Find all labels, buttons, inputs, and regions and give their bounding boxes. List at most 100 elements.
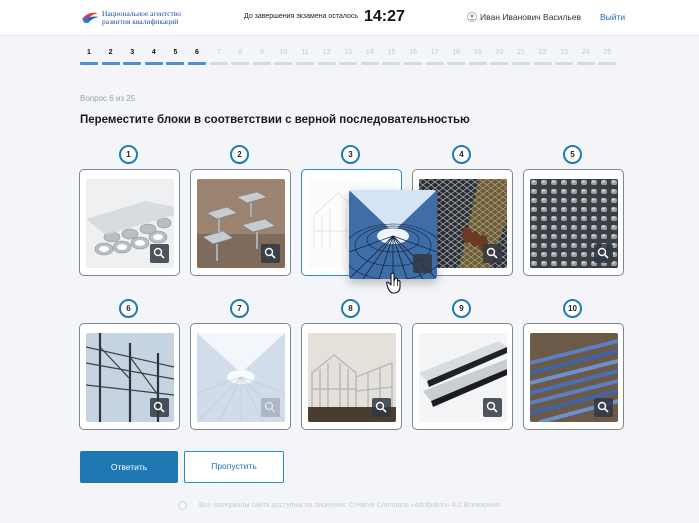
slot-number-badge: 10 — [563, 299, 582, 318]
progress-step-number: 16 — [409, 49, 417, 56]
progress-step[interactable]: 7 — [209, 48, 228, 65]
zoom-icon[interactable] — [594, 244, 613, 263]
zoom-icon[interactable] — [150, 398, 169, 417]
progress-step[interactable]: 19 — [468, 48, 487, 65]
progress-step[interactable]: 3 — [123, 48, 142, 65]
skip-button[interactable]: Пропустить — [184, 451, 284, 483]
progress-step-bar — [101, 62, 120, 65]
dragged-card-placeholder[interactable] — [190, 323, 291, 430]
zoom-icon[interactable] — [372, 398, 391, 417]
progress-step-bar — [598, 62, 617, 65]
progress-step-bar — [274, 62, 293, 65]
progress-step-number: 11 — [301, 49, 309, 56]
progress-step[interactable]: 8 — [231, 48, 250, 65]
progress-step-number: 4 — [151, 49, 156, 56]
progress-step[interactable]: 14 — [360, 48, 379, 65]
user-name: Иван Иванович Васильев — [480, 12, 582, 22]
progress-step[interactable]: 17 — [425, 48, 444, 65]
progress-step-number: 14 — [365, 49, 374, 56]
creative-commons-icon — [178, 501, 187, 510]
progress-step[interactable]: 10 — [274, 48, 293, 65]
progress-step-number: 15 — [387, 49, 396, 56]
answer-button[interactable]: Ответить — [80, 451, 178, 483]
slot-number-badge: 4 — [452, 145, 471, 164]
progress-step-number: 8 — [238, 49, 243, 56]
draggable-card[interactable] — [79, 323, 180, 430]
zoom-icon[interactable] — [483, 398, 502, 417]
progress-step[interactable]: 6 — [188, 48, 206, 65]
progress-step-number: 24 — [581, 49, 590, 56]
progress-step-number: 2 — [108, 49, 113, 56]
progress-step[interactable]: 1 — [80, 48, 98, 65]
progress-step-bar — [555, 62, 574, 65]
progress-step[interactable]: 5 — [166, 48, 185, 65]
progress-step-bar — [404, 62, 422, 65]
progress-step-bar — [144, 62, 163, 65]
progress-step-number: 5 — [173, 49, 178, 56]
draggable-card[interactable] — [190, 169, 291, 276]
progress-step-bar — [490, 62, 509, 65]
nark-logo-icon — [82, 12, 99, 23]
progress-step-bar — [231, 62, 250, 65]
progress-step[interactable]: 25 — [598, 48, 617, 65]
zoom-icon[interactable] — [483, 244, 502, 263]
progress-step-number: 23 — [560, 49, 569, 56]
slot-number-badge: 7 — [230, 299, 249, 318]
dragged-card-ghost[interactable] — [349, 190, 437, 279]
zoom-icon[interactable] — [594, 398, 613, 417]
user-icon — [467, 12, 477, 22]
progress-step[interactable]: 20 — [490, 48, 509, 65]
progress-step-bar — [296, 62, 314, 65]
slot-number-badge: 2 — [230, 145, 249, 164]
progress-step-bar — [317, 62, 336, 65]
progress-step[interactable]: 12 — [317, 48, 336, 65]
progress-step-bar — [209, 62, 228, 65]
draggable-card[interactable] — [523, 323, 624, 430]
progress-step-bar — [468, 62, 487, 65]
draggable-card[interactable] — [301, 323, 402, 430]
progress-step[interactable]: 24 — [576, 48, 595, 65]
progress-step-bar — [576, 62, 595, 65]
progress-step[interactable]: 22 — [533, 48, 552, 65]
org-name-line2: развития квалификаций — [102, 17, 179, 26]
progress-step-number: 6 — [195, 49, 199, 56]
draggable-card[interactable] — [79, 169, 180, 276]
progress-step[interactable]: 11 — [296, 48, 314, 65]
progress-step[interactable]: 15 — [382, 48, 401, 65]
slot-number-badge: 1 — [119, 145, 138, 164]
org-name: Национальное агентство развития квалифик… — [102, 10, 181, 26]
exam-timer: 14:27 — [364, 8, 405, 25]
progress-step-bar — [360, 62, 379, 65]
draggable-card[interactable] — [412, 323, 513, 430]
progress-step-bar — [166, 62, 185, 65]
progress-step-bar — [252, 62, 271, 65]
progress-step-number: 19 — [473, 49, 482, 56]
zoom-icon[interactable] — [261, 244, 280, 263]
hand-cursor-icon — [385, 272, 401, 294]
progress-step[interactable]: 9 — [252, 48, 271, 65]
draggable-card[interactable] — [523, 169, 624, 276]
zoom-icon[interactable] — [261, 398, 280, 417]
progress-step-bar — [512, 62, 530, 65]
progress-step-bar — [382, 62, 401, 65]
progress-step[interactable]: 23 — [555, 48, 574, 65]
progress-step-number: 3 — [130, 49, 135, 56]
progress-step[interactable]: 18 — [447, 48, 466, 65]
progress-step[interactable]: 16 — [404, 48, 422, 65]
progress-step-number: 12 — [322, 49, 331, 56]
logout-link[interactable]: Выйти — [600, 12, 625, 22]
slot-number-badge: 8 — [341, 299, 360, 318]
progress-step-bar — [80, 62, 98, 65]
question-title: Переместите блоки в соответствии с верно… — [80, 114, 470, 126]
question-counter: Вопрос 6 из 25 — [80, 94, 136, 103]
progress-step-number: 13 — [344, 49, 353, 56]
zoom-icon[interactable] — [413, 254, 437, 279]
progress-step[interactable]: 13 — [339, 48, 358, 65]
license-footer: Все материалы сайта доступны по лицензии… — [199, 502, 500, 509]
progress-step[interactable]: 21 — [512, 48, 530, 65]
zoom-icon[interactable] — [150, 244, 169, 263]
progress-step[interactable]: 4 — [144, 48, 163, 65]
progress-step-number: 22 — [538, 49, 547, 56]
progress-step[interactable]: 2 — [101, 48, 120, 65]
progress-step-number: 7 — [216, 49, 221, 56]
